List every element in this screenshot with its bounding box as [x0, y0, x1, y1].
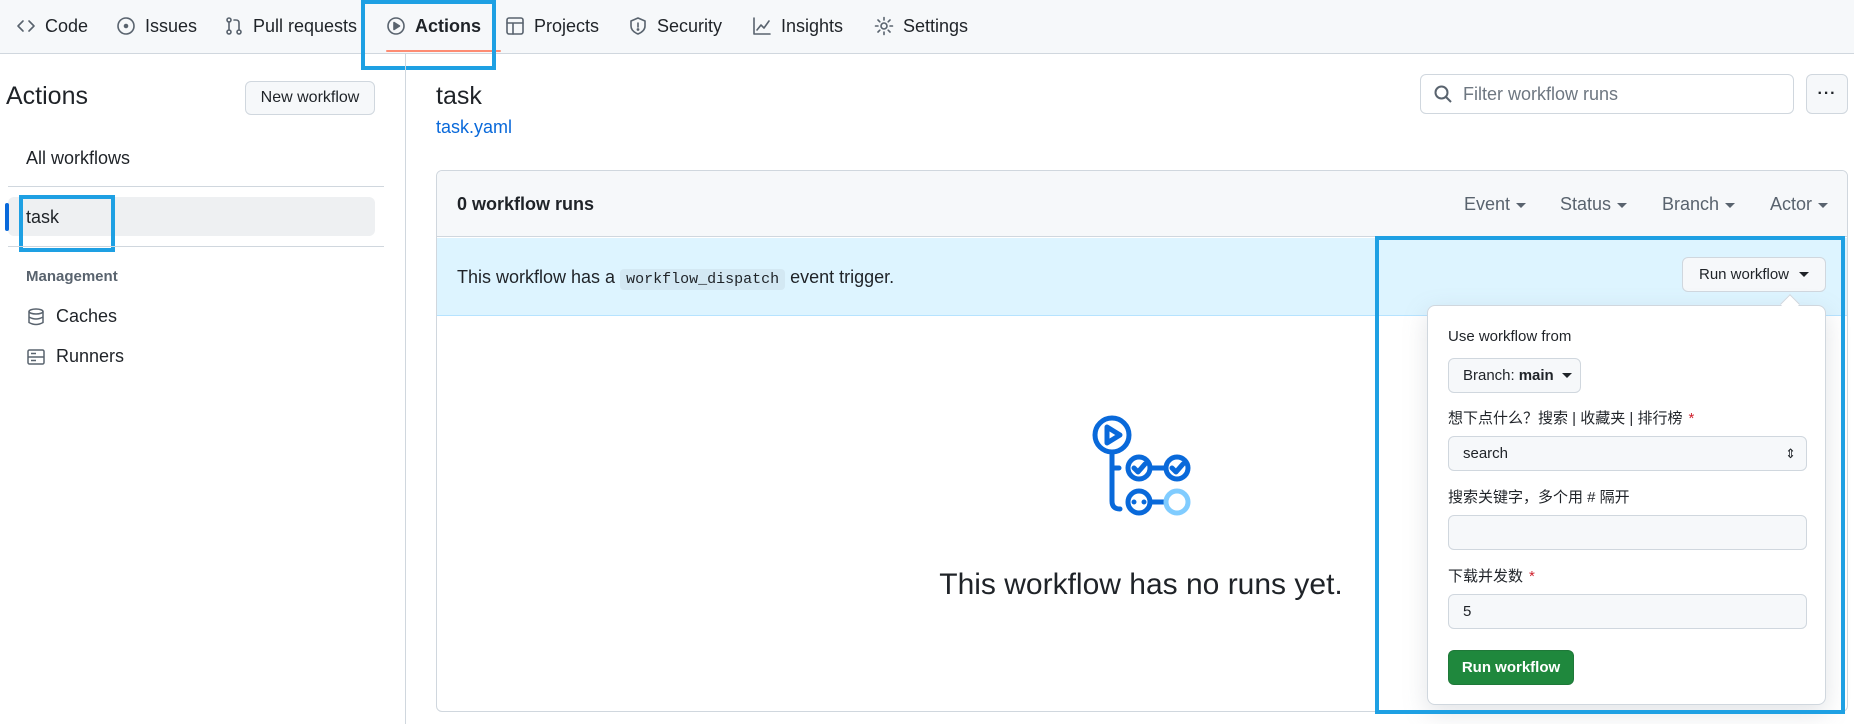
actor-filter-dropdown[interactable]: Actor	[1770, 194, 1828, 215]
active-tab-underline	[386, 50, 502, 52]
tab-label: Settings	[903, 15, 969, 36]
tab-code[interactable]: Code	[16, 0, 88, 52]
tab-actions[interactable]: Actions	[386, 0, 502, 52]
sidebar-item-label: Caches	[56, 306, 118, 326]
dispatch-suffix: event trigger.	[790, 267, 895, 287]
management-heading: Management	[26, 268, 118, 285]
branch-select-button[interactable]: Branch: main	[1448, 358, 1581, 393]
tab-label: Code	[45, 15, 89, 36]
input-label-concurrency: 下载并发数 *	[1448, 565, 1535, 586]
label-text: 下载并发数	[1448, 568, 1524, 585]
tab-label: Actions	[415, 15, 482, 36]
tab-label: Pull requests	[253, 15, 358, 36]
tab-label: Issues	[145, 15, 198, 36]
dispatch-text: This workflow has a workflow_dispatch ev…	[457, 267, 895, 290]
filter-field[interactable]	[1420, 74, 1794, 114]
chevron-down-icon	[1799, 272, 1810, 277]
label-text: 搜索关键字，多个用 # 隔开	[1448, 489, 1630, 506]
run-workflow-panel: Use workflow from Branch: main 想下点什么？搜索 …	[1427, 305, 1826, 705]
status-filter-dropdown[interactable]: Status	[1560, 194, 1627, 215]
tab-settings[interactable]: Settings	[874, 0, 968, 52]
search-icon	[1434, 85, 1452, 103]
tab-label: Projects	[534, 15, 600, 36]
sidebar-item-caches[interactable]: Caches	[26, 306, 117, 327]
sidebar-item-all-workflows[interactable]: All workflows	[26, 148, 130, 169]
workflow-file-link[interactable]: task.yaml	[436, 117, 512, 138]
sidebar-border	[405, 54, 406, 724]
active-indicator	[5, 203, 9, 231]
concurrency-input[interactable]: 5	[1448, 594, 1807, 629]
tab-insights[interactable]: Insights	[752, 0, 843, 52]
tab-issues[interactable]: Issues	[116, 0, 197, 52]
shield-icon	[630, 17, 646, 35]
branch-filter-dropdown[interactable]: Branch	[1662, 194, 1735, 215]
gear-icon	[874, 16, 894, 36]
sidebar-item-label: Runners	[56, 346, 125, 366]
branch-prefix: Branch:	[1463, 367, 1515, 384]
action-select[interactable]: search	[1448, 436, 1807, 471]
code-icon	[17, 20, 35, 32]
issue-icon	[117, 17, 135, 35]
sidebar-divider	[8, 246, 384, 247]
filter-input[interactable]	[1463, 83, 1783, 105]
required-mark: *	[1529, 568, 1535, 585]
tab-projects[interactable]: Projects	[505, 0, 599, 52]
keywords-input[interactable]	[1448, 515, 1807, 550]
run-workflow-submit-button[interactable]: Run workflow	[1448, 650, 1574, 685]
event-filter-dropdown[interactable]: Event	[1464, 194, 1526, 215]
server-icon	[27, 348, 45, 365]
sidebar-item-runners[interactable]: Runners	[26, 346, 124, 367]
repo-nav: Code Issues Pull requests Actions Projec…	[0, 0, 1854, 54]
dispatch-prefix: This workflow has a	[457, 267, 616, 287]
runs-header: 0 workflow runs Event Status Branch Acto…	[437, 171, 1847, 237]
tab-security[interactable]: Security	[628, 0, 722, 52]
sidebar-item-task-label[interactable]: task	[26, 207, 59, 228]
table-icon	[506, 17, 524, 35]
input-label-action: 想下点什么？搜索 | 收藏夹 | 排行榜 *	[1448, 407, 1694, 428]
more-options-button[interactable]: ···	[1806, 74, 1848, 114]
label-text: 想下点什么？搜索 | 收藏夹 | 排行榜	[1448, 410, 1683, 427]
branch-value: main	[1518, 367, 1554, 384]
pull-request-icon	[226, 17, 242, 35]
run-workflow-label: Run workflow	[1698, 266, 1790, 283]
select-value: search	[1463, 445, 1509, 462]
sidebar-item-task[interactable]	[8, 197, 375, 236]
tab-label: Security	[657, 15, 723, 36]
tab-pull-requests[interactable]: Pull requests	[224, 0, 357, 52]
graph-icon	[753, 17, 771, 35]
sidebar-title: Actions	[6, 82, 88, 110]
workflow-graph-icon	[1092, 415, 1191, 516]
run-workflow-dropdown-button[interactable]: Run workflow	[1682, 257, 1826, 292]
use-workflow-from-label: Use workflow from	[1448, 328, 1572, 345]
input-label-keywords: 搜索关键字，多个用 # 隔开	[1448, 486, 1630, 507]
sidebar-divider	[8, 186, 384, 187]
runs-count: 0 workflow runs	[457, 194, 595, 214]
new-workflow-button[interactable]: New workflow	[245, 81, 375, 115]
dispatch-event-code: workflow_dispatch	[620, 269, 786, 290]
database-icon	[28, 307, 44, 325]
play-icon	[387, 17, 405, 35]
required-mark: *	[1688, 410, 1695, 427]
input-value: 5	[1463, 603, 1472, 620]
page-title: task	[436, 82, 482, 110]
tab-label: Insights	[781, 15, 844, 36]
